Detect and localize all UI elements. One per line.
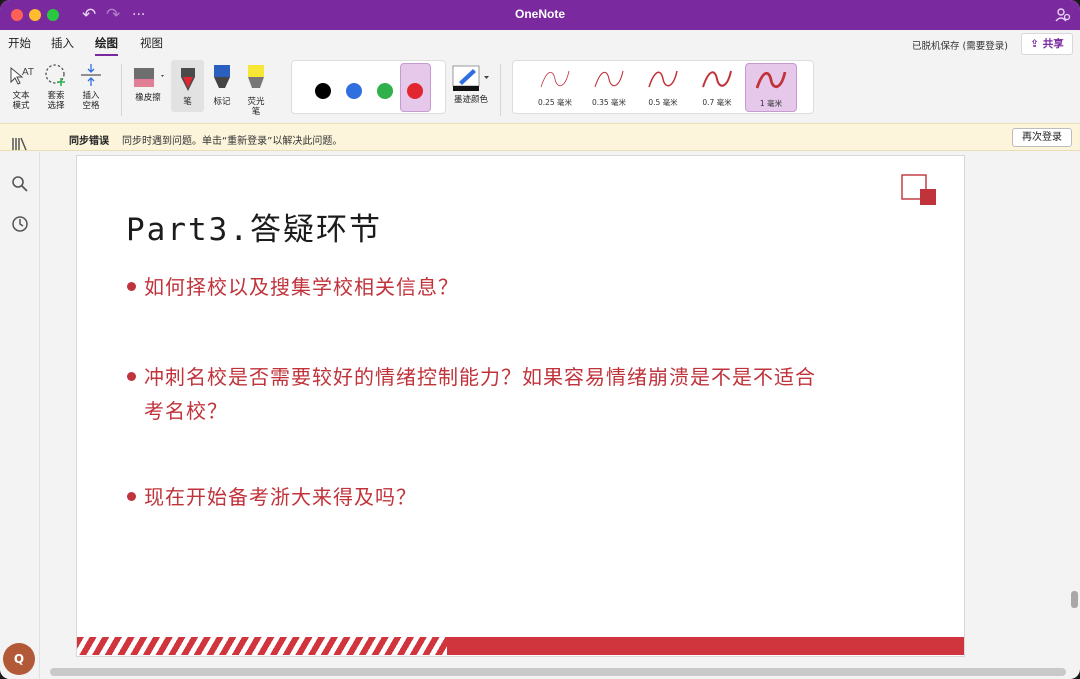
tab-draw[interactable]: 绘图 [95, 35, 118, 56]
tab-insert[interactable]: 插入 [51, 35, 74, 51]
svg-text:AT: AT [22, 67, 34, 78]
marker-icon [214, 65, 230, 88]
text-mode-icon: AT [10, 66, 34, 85]
stroke-025-icon [540, 70, 570, 88]
toolbar-divider [500, 64, 501, 116]
slide-title: Part3.答疑环节 [126, 212, 382, 248]
text-mode-label: 文本 模式 [12, 91, 30, 111]
question-item: 如何择校以及搜集学校相关信息？ [127, 270, 459, 304]
recent-icon[interactable] [10, 214, 30, 234]
bullet-icon [127, 282, 136, 291]
share-button[interactable]: ⇪ 共享 [1021, 33, 1073, 55]
eraser-icon [134, 68, 164, 87]
pen-icon [180, 68, 195, 91]
ink-color-label: 墨迹颜色 [453, 95, 488, 105]
color-palette [291, 60, 446, 114]
width-05-option[interactable]: 0.5 毫米 [637, 63, 689, 112]
width-05-label: 0.5 毫米 [648, 98, 678, 107]
width-1-label: 1 毫米 [759, 99, 783, 108]
footer-solid-bar [447, 637, 964, 655]
slide-page[interactable]: Part3.答疑环节 如何择校以及搜集学校相关信息？ 冲刺名校是否需要较好的情绪… [76, 155, 965, 657]
pen-label: 笔 [183, 97, 192, 107]
lasso-icon [45, 64, 65, 86]
question-text-cont: 考名校？ [144, 399, 228, 423]
stroke-1-icon [755, 71, 787, 89]
window-title: OneNote [514, 7, 565, 21]
question-item: 冲刺名校是否需要较好的情绪控制能力？如果容易情绪崩溃是不是不适合 考名校？ [127, 360, 816, 428]
left-rail [0, 137, 40, 679]
width-035-option[interactable]: 0.35 毫米 [583, 63, 635, 112]
draw-toolbar: AT 文本 模式 套索 选择 插入 空格 橡皮擦 笔 标记 荧光 笔 墨迹颜色 … [0, 56, 1080, 122]
question-text: 现在开始备考浙大来得及吗？ [144, 485, 417, 509]
vertical-scrollbar[interactable] [1071, 591, 1078, 608]
text-mode-tool[interactable]: AT 文本 模式 [6, 62, 36, 111]
ink-color-tool[interactable]: 墨迹颜色 [449, 64, 493, 105]
bullet-icon [127, 372, 136, 381]
onenote-window: ↶ ↷ ··· OneNote 开始 插入 绘图 视图 已脱机保存 (需要登录)… [0, 0, 1080, 679]
question-text: 如何择校以及搜集学校相关信息？ [144, 275, 459, 299]
lasso-select-tool[interactable]: 套索 选择 [40, 62, 72, 111]
search-icon[interactable] [10, 174, 30, 194]
sync-error-message: 同步时遇到问题。单击“重新登录”以解决此问题。 [122, 136, 343, 147]
insert-space-icon [81, 64, 101, 86]
eraser-label: 橡皮擦 [135, 93, 161, 103]
color-red-swatch[interactable] [407, 83, 423, 99]
stroke-07-icon [702, 70, 732, 88]
footer-stripe-band [77, 637, 964, 655]
tab-view[interactable]: 视图 [140, 35, 163, 51]
toolbar-divider [121, 64, 122, 116]
question-item: 现在开始备考浙大来得及吗？ [127, 480, 417, 514]
note-canvas: Part3.答疑环节 如何择校以及搜集学校相关信息？ 冲刺名校是否需要较好的情绪… [41, 152, 1080, 667]
avatar[interactable]: Q [3, 643, 35, 675]
color-black-swatch[interactable] [315, 83, 331, 99]
offline-status: 已脱机保存 (需要登录) [912, 41, 1008, 52]
width-1-option[interactable]: 1 毫米 [745, 63, 797, 112]
relogin-button[interactable]: 再次登录 [1012, 128, 1072, 147]
ink-color-icon [452, 65, 489, 91]
corner-decoration-icon [901, 174, 936, 205]
tab-home[interactable]: 开始 [8, 35, 31, 51]
highlighter-tool[interactable]: 荧光 笔 [241, 64, 271, 117]
sync-error-bar: 同步错误 同步时遇到问题。单击“重新登录”以解决此问题。 再次登录 [0, 123, 1080, 151]
width-025-option[interactable]: 0.25 毫米 [529, 63, 581, 112]
share-label: 共享 [1042, 38, 1064, 50]
stroke-05-icon [648, 70, 678, 88]
highlighter-label: 荧光 笔 [247, 97, 265, 117]
width-025-label: 0.25 毫米 [537, 98, 573, 107]
footer-stripes [77, 637, 447, 655]
title-bar: ↶ ↷ ··· OneNote [0, 0, 1080, 30]
insert-space-tool[interactable]: 插入 空格 [76, 62, 106, 111]
marker-tool[interactable]: 标记 [207, 64, 237, 107]
pen-tool[interactable]: 笔 [171, 60, 204, 112]
insert-space-label: 插入 空格 [82, 91, 100, 111]
color-green-swatch[interactable] [377, 83, 393, 99]
stroke-035-icon [594, 70, 624, 88]
horizontal-scrollbar[interactable] [50, 668, 1066, 676]
bullet-icon [127, 492, 136, 501]
notebooks-icon[interactable] [10, 134, 30, 154]
marker-label: 标记 [213, 97, 231, 107]
eraser-tool[interactable]: 橡皮擦 [128, 66, 168, 103]
width-07-label: 0.7 毫米 [702, 98, 732, 107]
color-blue-swatch[interactable] [346, 83, 362, 99]
sync-error-title: 同步错误 [69, 136, 109, 147]
lasso-label: 套索 选择 [47, 91, 65, 111]
share-icon: ⇪ [1030, 38, 1043, 50]
stroke-width-palette: 0.25 毫米 0.35 毫米 0.5 毫米 0.7 毫米 1 毫米 [512, 60, 814, 114]
question-text: 冲刺名校是否需要较好的情绪控制能力？如果容易情绪崩溃是不是不适合 [144, 365, 816, 389]
highlighter-icon [248, 65, 264, 88]
width-07-option[interactable]: 0.7 毫米 [691, 63, 743, 112]
width-035-label: 0.35 毫米 [591, 98, 627, 107]
account-icon[interactable] [1054, 6, 1072, 24]
